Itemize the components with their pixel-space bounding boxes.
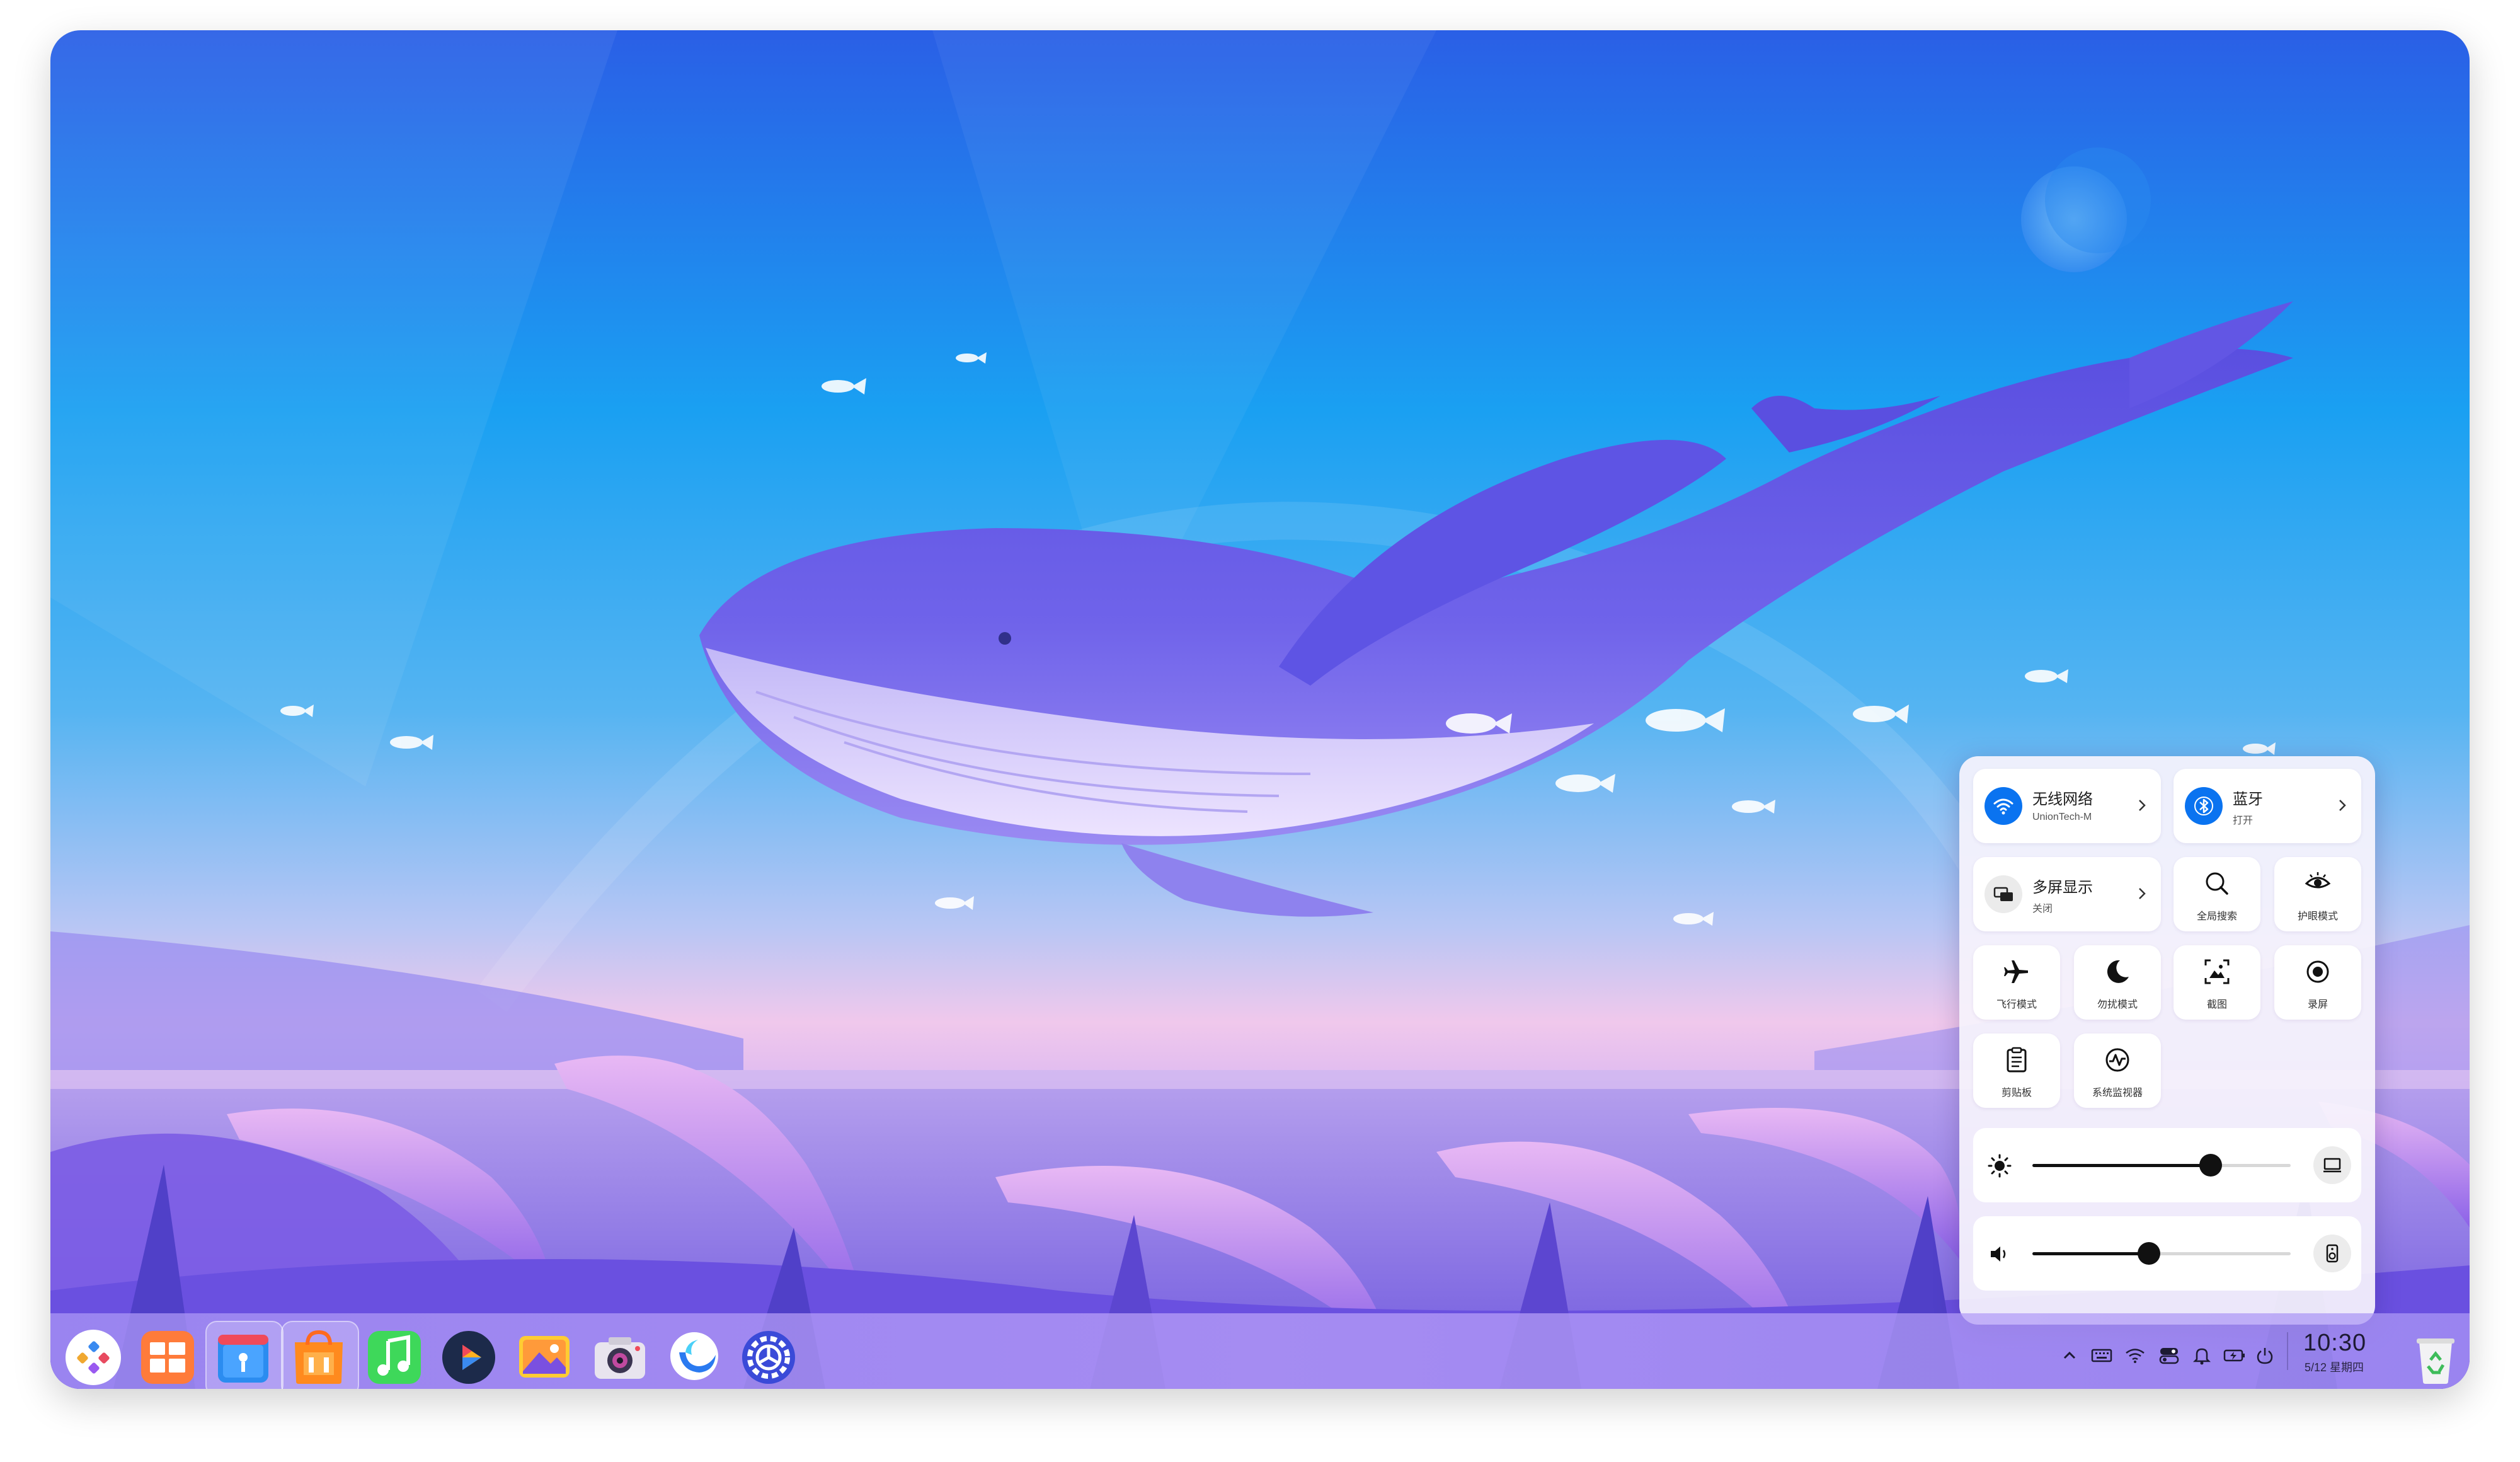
volume-slider-panel [1973,1216,2361,1291]
image-viewer-icon[interactable] [514,1327,575,1388]
clock-date[interactable]: 5/12 星期四 [2305,1359,2364,1375]
wifi-tile[interactable]: 无线网络 UnionTech-M [1973,769,2161,843]
bluetooth-tile[interactable]: 蓝牙 打开 [2174,769,2361,843]
settings-icon[interactable] [738,1327,799,1388]
bluetooth-title: 蓝牙 [2233,791,2263,808]
multi-display-title: 多屏显示 [2032,879,2093,896]
multi-display-icon [1984,875,2022,913]
airplane-mode-tile[interactable]: 飞行模式 [1973,945,2060,1020]
global-search-label: 全局搜索 [2196,911,2237,922]
sun-icon [1988,1154,2012,1178]
do-not-disturb-tile[interactable]: 勿扰模式 [2074,945,2161,1020]
brightness-slider-handle[interactable] [2199,1154,2222,1177]
chevron-right-icon[interactable] [2137,797,2147,814]
system-monitor-icon [2105,1048,2129,1072]
chevron-right-icon[interactable] [2137,885,2147,902]
clipboard-tile[interactable]: 剪贴板 [1973,1033,2060,1108]
screen-record-label: 录屏 [2307,999,2328,1010]
eye-care-tile[interactable]: 护眼模式 [2274,857,2361,931]
speaker-icon [1991,1246,2006,1262]
screenshot-icon [2204,959,2230,984]
file-manager-icon[interactable] [205,1321,284,1389]
wifi-icon[interactable] [2124,1346,2146,1365]
clock-time[interactable]: 10:30 [2303,1330,2366,1357]
clipboard-label: 剪贴板 [2001,1088,2032,1098]
wifi-network-name: UnionTech-M [2032,812,2092,822]
toggle-icon[interactable] [2158,1346,2180,1365]
airplane-icon [2004,960,2028,983]
brightness-slider-panel [1973,1128,2361,1202]
bluetooth-icon [2185,787,2223,825]
eye-care-label: 护眼模式 [2297,911,2338,922]
chevron-up-icon[interactable] [2060,1346,2079,1365]
dock [50,1313,2470,1389]
volume-slider-handle[interactable] [2137,1242,2160,1265]
global-search-tile[interactable]: 全局搜索 [2174,857,2260,931]
system-monitor-label: 系统监视器 [2092,1088,2143,1098]
wifi-title: 无线网络 [2032,791,2093,808]
volume-slider[interactable] [2032,1242,2291,1265]
eye-icon [2305,872,2331,889]
do-not-disturb-label: 勿扰模式 [2097,999,2138,1010]
search-icon [2206,872,2228,895]
clipboard-icon [2007,1047,2027,1073]
launcher-icon[interactable] [63,1327,123,1388]
screenshot-tile[interactable]: 截图 [2174,945,2260,1020]
trash-icon[interactable] [2405,1327,2466,1388]
music-icon[interactable] [364,1327,425,1388]
multitask-view-icon[interactable] [137,1327,198,1388]
display-settings-button[interactable] [2313,1146,2351,1184]
multi-display-tile[interactable]: 多屏显示 关闭 [1973,857,2161,931]
speaker-device-icon [2326,1244,2339,1263]
wifi-icon [1984,787,2022,825]
moon-icon [2107,960,2129,983]
sound-settings-button[interactable] [2313,1235,2351,1272]
control-center: 无线网络 UnionTech-M 蓝牙 打开 多屏显示 关闭 全局搜索 护眼模式… [1959,756,2375,1325]
multi-display-status: 关闭 [2032,904,2053,914]
bell-icon[interactable] [2192,1346,2211,1365]
chevron-right-icon[interactable] [2337,797,2347,814]
tray-separator [2287,1332,2288,1370]
airplane-mode-label: 飞行模式 [1996,999,2037,1010]
camera-icon[interactable] [590,1327,650,1388]
power-icon[interactable] [2255,1346,2274,1365]
video-player-icon[interactable] [438,1327,499,1388]
bluetooth-status: 打开 [2233,815,2254,826]
browser-icon[interactable] [664,1327,724,1388]
app-store-icon[interactable] [281,1321,359,1389]
keyboard-icon[interactable] [2090,1346,2113,1365]
battery-icon[interactable] [2223,1346,2247,1365]
screen-record-tile[interactable]: 录屏 [2274,945,2361,1020]
desktop-screen: 无线网络 UnionTech-M 蓝牙 打开 多屏显示 关闭 全局搜索 护眼模式… [50,30,2470,1389]
screenshot-label: 截图 [2206,999,2227,1010]
display-icon [2323,1158,2341,1173]
system-monitor-tile[interactable]: 系统监视器 [2074,1033,2161,1108]
record-icon [2306,960,2329,983]
brightness-slider[interactable] [2032,1154,2291,1177]
